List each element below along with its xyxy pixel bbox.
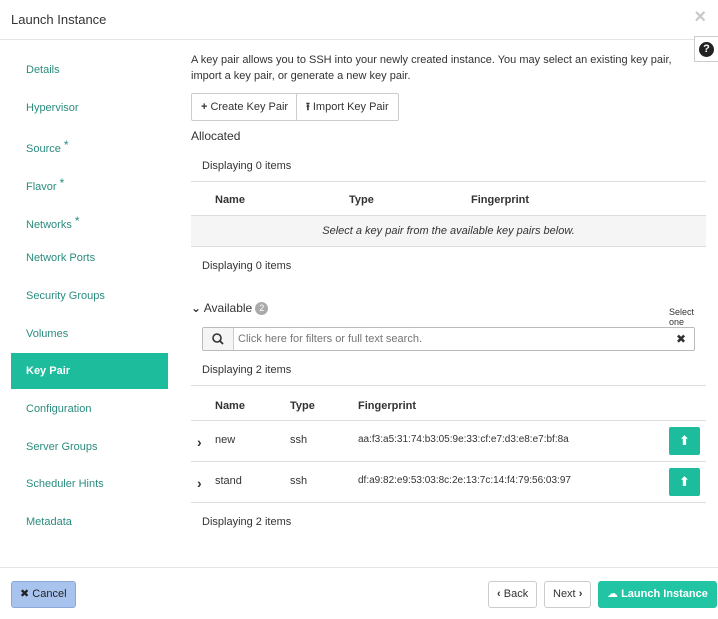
divider <box>191 502 706 503</box>
close-icon: ✖ <box>20 588 30 600</box>
sidebar-item-networks[interactable]: Networks * <box>11 203 168 239</box>
button-label: Import Key Pair <box>312 101 389 113</box>
sidebar-item-label: Details <box>26 64 60 76</box>
key-fingerprint: aa:f3:a5:31:74:b3:05:9e:33:cf:e7:d3:e8:e… <box>358 434 569 445</box>
sidebar-item-label: Scheduler Hints <box>26 478 104 490</box>
required-marker: * <box>63 138 69 152</box>
sidebar-item-details[interactable]: Details <box>11 52 168 88</box>
sidebar-item-label: Source <box>26 143 61 155</box>
dialog-title: Launch Instance <box>11 12 107 27</box>
upload-icon: ⭱ <box>306 101 310 113</box>
key-type: ssh <box>290 434 308 446</box>
available-title: Available <box>203 301 253 315</box>
search-icon <box>203 328 234 350</box>
sidebar-item-label: Volumes <box>26 328 69 340</box>
available-count-badge: 2 <box>255 302 269 315</box>
sidebar-item-configuration[interactable]: Configuration <box>11 391 168 427</box>
back-button[interactable]: ‹ Back <box>488 581 538 608</box>
sidebar-item-security-groups[interactable]: Security Groups <box>11 278 168 314</box>
dialog-footer: ✖ Cancel ‹ Back Next › ☁ Launch Instance <box>0 567 718 619</box>
sidebar-item-label: Metadata <box>26 516 72 528</box>
clear-search-icon[interactable]: ✖ <box>676 332 686 346</box>
allocated-title: Allocated <box>191 129 241 143</box>
next-button[interactable]: Next › <box>544 581 592 608</box>
divider <box>191 385 706 386</box>
allocated-empty-message: Select a key pair from the available key… <box>191 216 706 246</box>
button-label: Cancel <box>32 588 67 600</box>
sidebar-item-key-pair[interactable]: Key Pair <box>11 353 168 389</box>
cloud-upload-icon: ☁ <box>607 588 618 600</box>
sidebar-item-scheduler-hints[interactable]: Scheduler Hints <box>11 466 168 502</box>
create-key-pair-button[interactable]: + Create Key Pair <box>191 93 299 121</box>
required-marker: * <box>59 176 65 190</box>
cancel-button[interactable]: ✖ Cancel <box>11 581 76 608</box>
allocate-button[interactable]: ⬆ <box>669 468 700 496</box>
available-count-top: Displaying 2 items <box>202 364 292 376</box>
button-label: Launch Instance <box>621 588 708 600</box>
table-row: › new ssh aa:f3:a5:31:74:b3:05:9e:33:cf:… <box>191 421 706 462</box>
chevron-down-icon: ⌄ <box>191 301 202 315</box>
arrow-up-icon: ⬆ <box>679 474 690 489</box>
allocated-col-fingerprint[interactable]: Fingerprint <box>471 194 529 206</box>
key-type: ssh <box>290 475 308 487</box>
sidebar-item-label: Security Groups <box>26 290 105 302</box>
sidebar-item-label: Network Ports <box>26 252 96 264</box>
divider <box>191 246 706 247</box>
divider <box>191 181 706 182</box>
key-fingerprint: df:a9:82:e9:53:03:8c:2e:13:7c:14:f4:79:5… <box>358 475 571 486</box>
required-marker: * <box>74 214 80 228</box>
sidebar-item-hypervisor[interactable]: Hypervisor <box>11 90 168 126</box>
close-icon[interactable]: × <box>694 7 706 27</box>
key-name: new <box>215 434 236 446</box>
available-col-fingerprint[interactable]: Fingerprint <box>358 400 416 412</box>
button-label: Next <box>553 588 576 600</box>
expand-row-icon[interactable]: › <box>197 475 202 491</box>
plus-icon: + <box>201 101 208 113</box>
launch-instance-button[interactable]: ☁ Launch Instance <box>598 581 717 608</box>
dialog-header: Launch Instance × <box>0 0 718 40</box>
search-bar: ✖ <box>202 327 695 351</box>
available-col-name[interactable]: Name <box>215 400 245 412</box>
available-count-bottom: Displaying 2 items <box>202 516 292 528</box>
sidebar-item-label: Key Pair <box>26 365 71 377</box>
available-toggle[interactable]: ⌄ Available 2 <box>191 301 269 315</box>
key-name: stand <box>215 475 242 487</box>
import-key-pair-button[interactable]: ⭱ Import Key Pair <box>296 93 399 121</box>
sidebar-item-label: Hypervisor <box>26 102 79 114</box>
search-input[interactable] <box>235 328 665 350</box>
chevron-left-icon: ‹ <box>497 588 501 600</box>
sidebar-item-label: Server Groups <box>26 441 98 453</box>
sidebar-item-volumes[interactable]: Volumes <box>11 316 168 352</box>
expand-row-icon[interactable]: › <box>197 434 202 450</box>
button-label: Create Key Pair <box>210 101 289 113</box>
key-pair-description: A key pair allows you to SSH into your n… <box>191 54 672 82</box>
allocated-col-name[interactable]: Name <box>215 194 245 206</box>
sidebar-item-flavor[interactable]: Flavor * <box>11 165 168 201</box>
table-row: › stand ssh df:a9:82:e9:53:03:8c:2e:13:7… <box>191 462 706 503</box>
chevron-right-icon: › <box>578 588 583 600</box>
allocate-button[interactable]: ⬆ <box>669 427 700 455</box>
sidebar-item-label: Networks <box>26 219 72 231</box>
allocated-count-bottom: Displaying 0 items <box>202 260 292 272</box>
available-col-type[interactable]: Type <box>290 400 315 412</box>
select-one-hint: Select one <box>669 307 695 327</box>
sidebar-item-label: Flavor <box>26 181 57 193</box>
arrow-up-icon: ⬆ <box>679 433 690 448</box>
allocated-count-top: Displaying 0 items <box>202 160 292 172</box>
button-label: Back <box>503 588 529 600</box>
sidebar-item-label: Configuration <box>26 403 92 415</box>
sidebar-item-metadata[interactable]: Metadata <box>11 504 168 540</box>
allocated-col-type[interactable]: Type <box>349 194 374 206</box>
sidebar-item-server-groups[interactable]: Server Groups <box>11 429 168 465</box>
sidebar-item-source[interactable]: Source * <box>11 127 168 163</box>
sidebar-item-network-ports[interactable]: Network Ports <box>11 240 168 276</box>
